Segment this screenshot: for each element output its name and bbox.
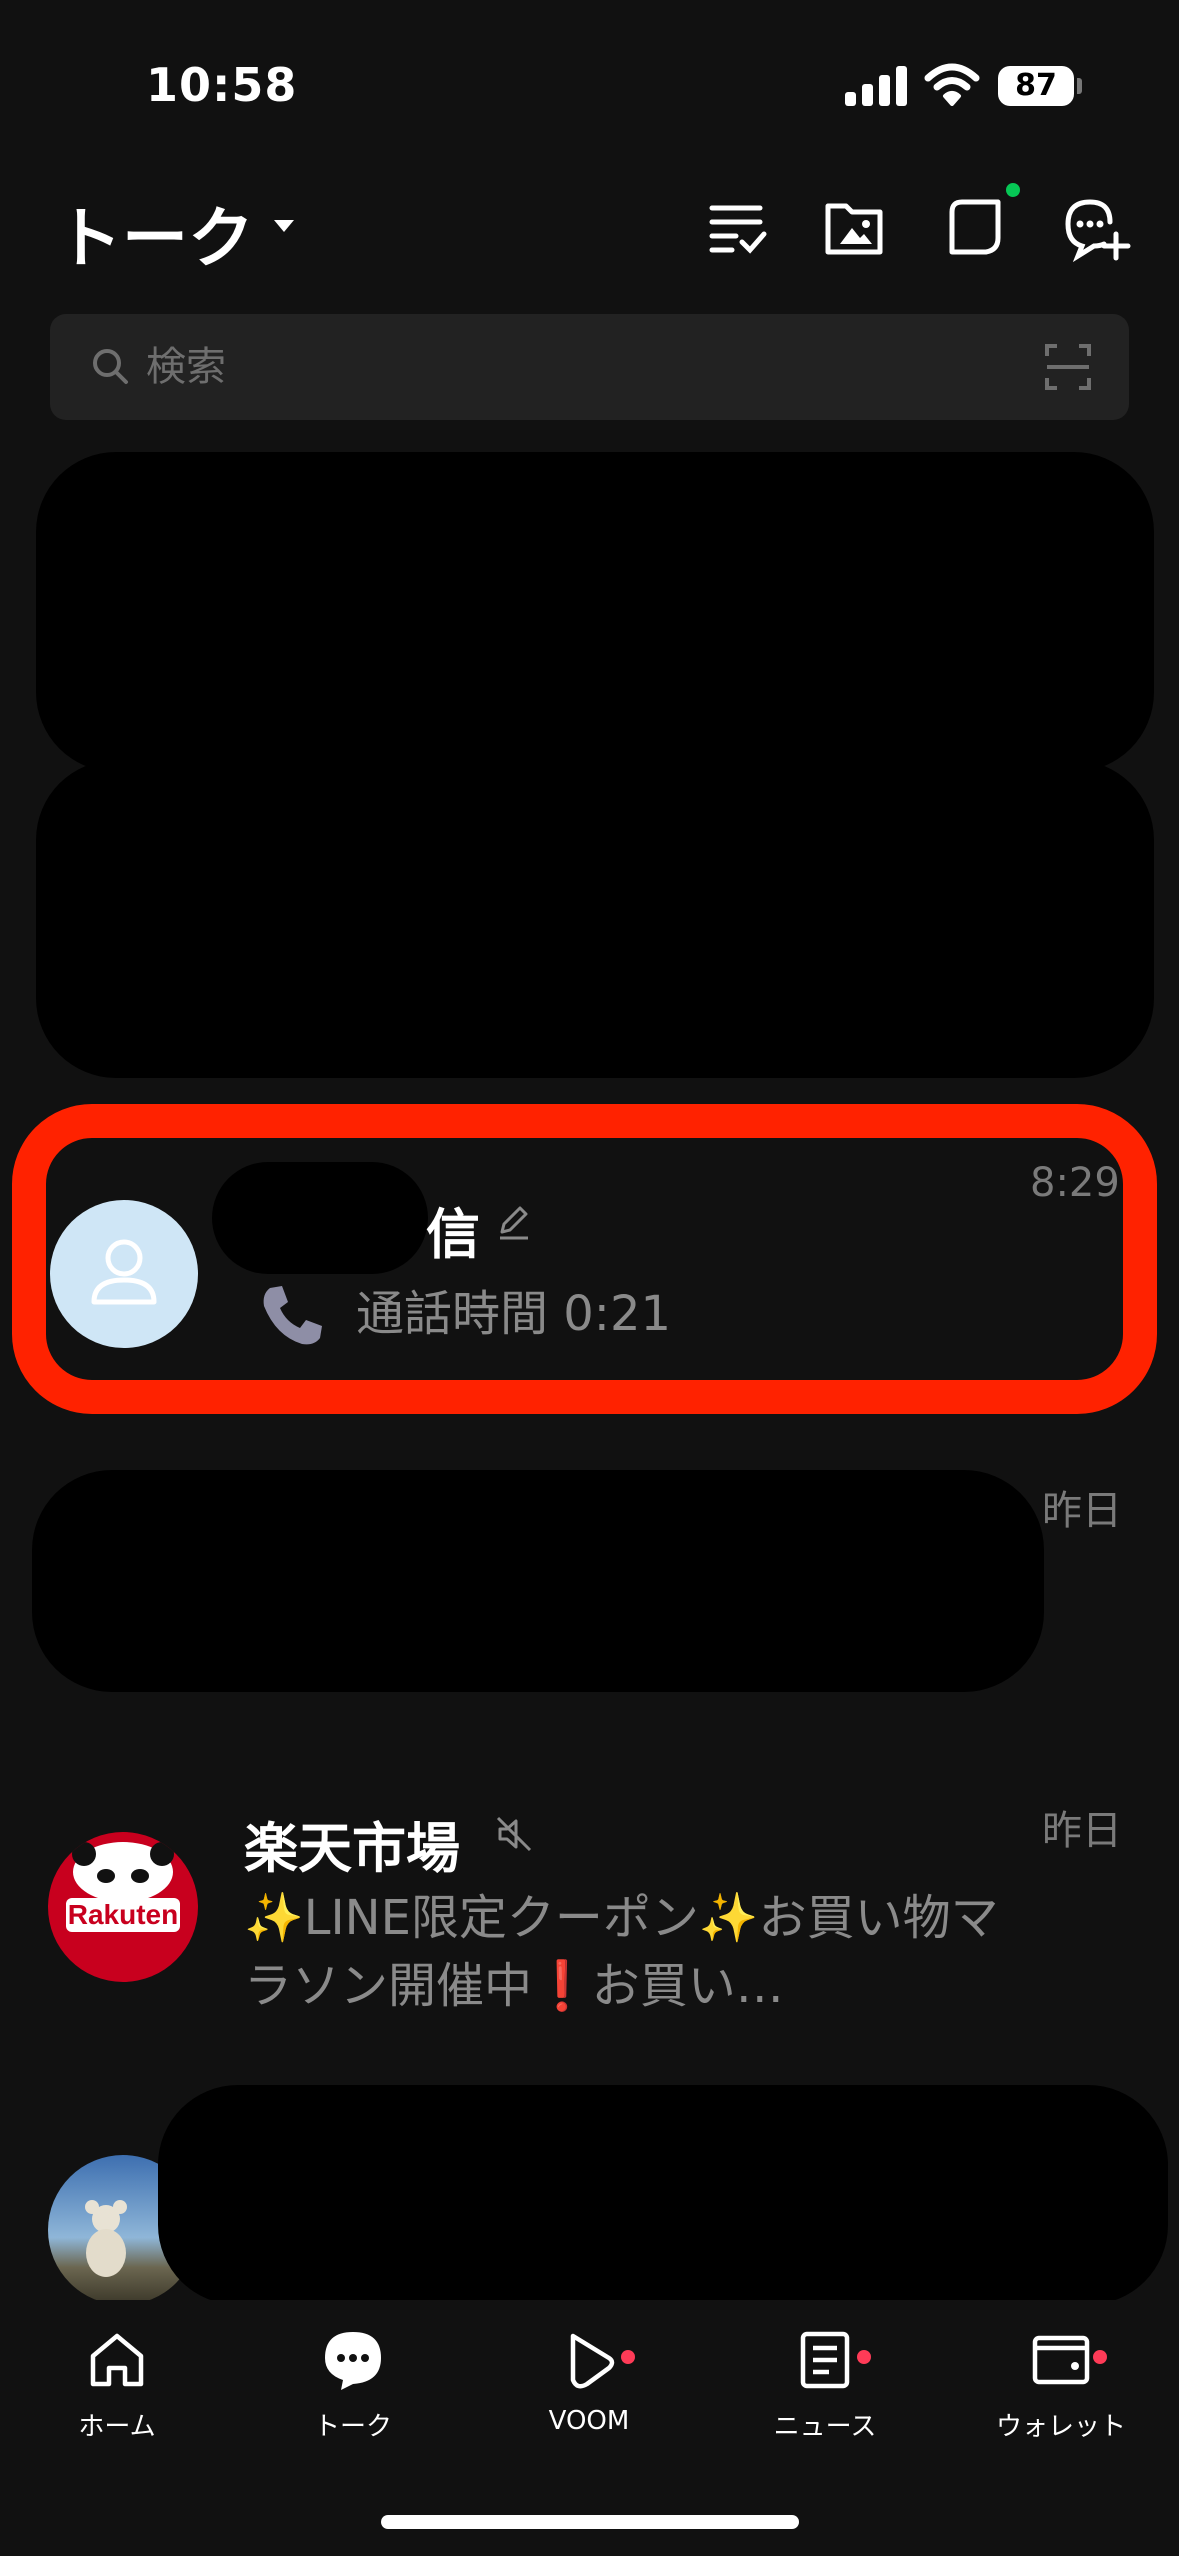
search-bar[interactable] bbox=[50, 314, 1129, 420]
status-time: 10:58 bbox=[146, 58, 298, 112]
tab-wallet[interactable]: ウォレット bbox=[961, 2328, 1161, 2443]
chat-item[interactable]: 昨日 bbox=[0, 1470, 1179, 1700]
search-input[interactable] bbox=[146, 314, 946, 420]
battery-tip bbox=[1077, 78, 1082, 94]
tab-news[interactable]: ニュース bbox=[725, 2328, 925, 2443]
tab-label: VOOM bbox=[548, 2406, 630, 2436]
wallet-icon bbox=[1032, 2335, 1090, 2385]
svg-text:Rakuten: Rakuten bbox=[68, 1899, 178, 1930]
home-icon bbox=[90, 2333, 144, 2387]
battery-level: 87 bbox=[998, 66, 1074, 106]
tab-label: ホーム bbox=[78, 2412, 156, 2442]
chat-time: 昨日 bbox=[1042, 1488, 1122, 1534]
tab-voom[interactable]: VOOM bbox=[489, 2328, 689, 2436]
home-indicator bbox=[381, 2515, 799, 2529]
avatar: Rakuten bbox=[48, 1832, 198, 1982]
square-chat-icon[interactable] bbox=[940, 192, 1012, 264]
page-title[interactable]: トーク bbox=[56, 185, 254, 281]
tab-label: トーク bbox=[313, 2412, 392, 2442]
chat-name: 楽天市場 bbox=[244, 1817, 460, 1880]
chevron-down-icon[interactable] bbox=[274, 220, 294, 232]
redacted-chat-content bbox=[158, 2085, 1168, 2305]
rakuten-logo: Rakuten bbox=[66, 1842, 180, 1932]
photo-folder-icon[interactable] bbox=[818, 192, 890, 264]
wifi-icon bbox=[924, 63, 980, 106]
new-chat-icon[interactable] bbox=[1060, 192, 1132, 264]
chat-time: 昨日 bbox=[1042, 1808, 1122, 1854]
tab-home[interactable]: ホーム bbox=[17, 2328, 217, 2443]
redacted-chat-content bbox=[32, 1470, 1044, 1692]
highlight-frame bbox=[12, 1104, 1157, 1414]
redacted-chat-item[interactable] bbox=[36, 760, 1154, 1078]
chat-item-rakuten[interactable]: Rakuten 楽天市場 昨日 ✨LINE限定クーポン✨お買い物マラソン開催中❗… bbox=[0, 1790, 1179, 2030]
search-icon bbox=[93, 349, 128, 384]
notification-dot bbox=[1006, 183, 1020, 197]
notification-dot bbox=[621, 2350, 635, 2364]
chat-item[interactable] bbox=[0, 2085, 1179, 2305]
talk-icon bbox=[325, 2332, 381, 2390]
redacted-chat-item[interactable] bbox=[36, 452, 1154, 772]
news-icon bbox=[800, 2331, 850, 2389]
chat-preview: ✨LINE限定クーポン✨お買い物マラソン開催中❗お買い… bbox=[244, 1890, 999, 2014]
notification-dot bbox=[857, 2350, 871, 2364]
edit-list-icon[interactable] bbox=[702, 192, 774, 264]
tab-label: ウォレット bbox=[995, 2412, 1126, 2442]
qr-scan-icon[interactable] bbox=[1045, 344, 1091, 390]
tab-label: ニュース bbox=[773, 2412, 877, 2442]
voom-icon bbox=[570, 2333, 615, 2389]
tab-talk[interactable]: トーク bbox=[253, 2328, 453, 2443]
cellular-signal-icon bbox=[845, 66, 907, 106]
notification-dot bbox=[1093, 2350, 1107, 2364]
mute-icon bbox=[496, 1816, 532, 1852]
